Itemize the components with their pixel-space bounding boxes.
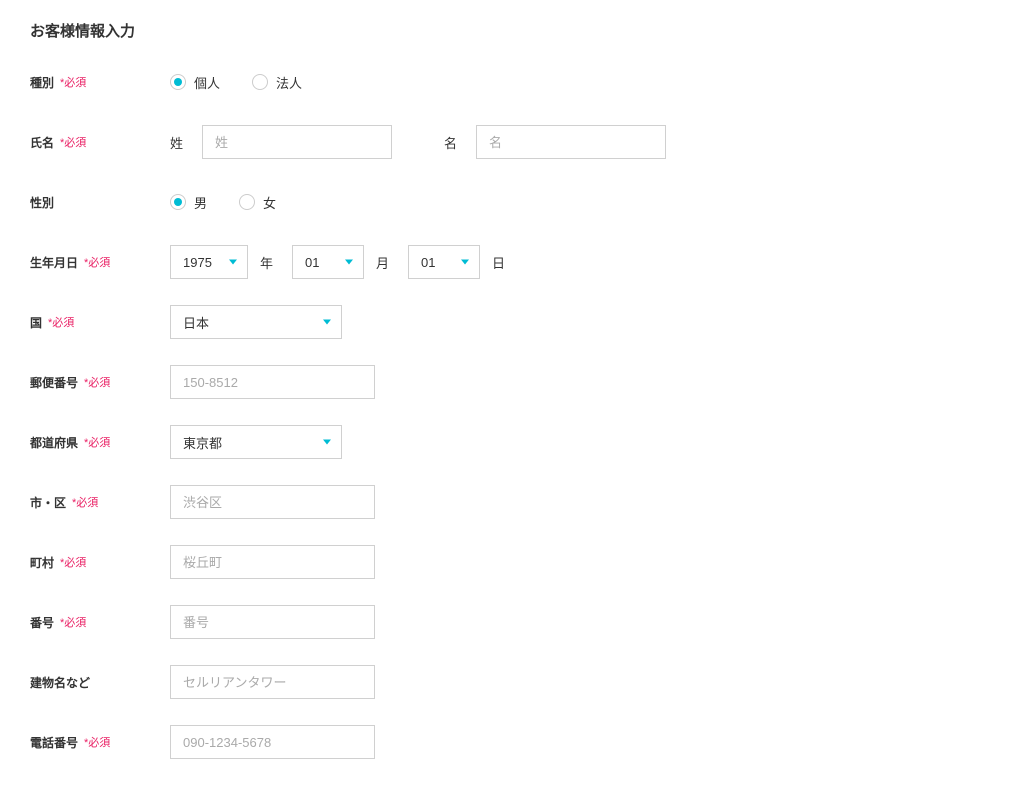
country-value: 日本 (183, 313, 209, 332)
required-type: *必須 (60, 74, 86, 90)
row-tel: 電話番号 *必須 (30, 725, 994, 759)
radio-label-individual: 個人 (194, 73, 220, 92)
row-gender: 性別 男 女 (30, 185, 994, 219)
label-tel-text: 電話番号 (30, 734, 78, 751)
radio-individual[interactable] (170, 74, 186, 90)
row-type: 種別 *必須 個人 法人 (30, 65, 994, 99)
required-postal: *必須 (84, 374, 110, 390)
chevron-down-icon (323, 320, 331, 325)
required-town: *必須 (60, 554, 86, 570)
label-country-text: 国 (30, 314, 42, 331)
row-city: 市・区 *必須 (30, 485, 994, 519)
year-unit: 年 (260, 253, 280, 272)
radio-corporation[interactable] (252, 74, 268, 90)
chevron-down-icon (345, 260, 353, 265)
required-birthday: *必須 (84, 254, 110, 270)
building-input[interactable] (170, 665, 375, 699)
required-name: *必須 (60, 134, 86, 150)
label-prefecture: 都道府県 *必須 (30, 434, 170, 451)
radio-label-corporation: 法人 (276, 73, 302, 92)
day-value: 01 (421, 255, 435, 270)
last-name-label: 姓 (170, 133, 190, 152)
label-postal: 郵便番号 *必須 (30, 374, 170, 391)
required-prefecture: *必須 (84, 434, 110, 450)
radio-group-female[interactable]: 女 (239, 193, 276, 212)
day-unit: 日 (492, 253, 512, 272)
label-type: 種別 *必須 (30, 74, 170, 91)
city-input[interactable] (170, 485, 375, 519)
chevron-down-icon (323, 440, 331, 445)
label-birthday-text: 生年月日 (30, 254, 78, 271)
label-number-text: 番号 (30, 614, 54, 631)
radio-female[interactable] (239, 194, 255, 210)
radio-male[interactable] (170, 194, 186, 210)
label-gender-text: 性別 (30, 194, 54, 211)
label-type-text: 種別 (30, 74, 54, 91)
row-prefecture: 都道府県 *必須 東京都 (30, 425, 994, 459)
label-city: 市・区 *必須 (30, 494, 170, 511)
required-city: *必須 (72, 494, 98, 510)
row-name: 氏名 *必須 姓 名 (30, 125, 994, 159)
postal-input[interactable] (170, 365, 375, 399)
radio-group-corporation[interactable]: 法人 (252, 73, 302, 92)
label-gender: 性別 (30, 194, 170, 211)
row-number: 番号 *必須 (30, 605, 994, 639)
label-name: 氏名 *必須 (30, 134, 170, 151)
required-number: *必須 (60, 614, 86, 630)
label-town-text: 町村 (30, 554, 54, 571)
label-town: 町村 *必須 (30, 554, 170, 571)
row-birthday: 生年月日 *必須 1975 年 01 月 01 日 (30, 245, 994, 279)
required-tel: *必須 (84, 734, 110, 750)
label-building-text: 建物名など (30, 674, 90, 691)
year-select[interactable]: 1975 (170, 245, 248, 279)
row-postal: 郵便番号 *必須 (30, 365, 994, 399)
row-country: 国 *必須 日本 (30, 305, 994, 339)
radio-label-male: 男 (194, 193, 207, 212)
month-value: 01 (305, 255, 319, 270)
label-building: 建物名など (30, 674, 170, 691)
label-prefecture-text: 都道府県 (30, 434, 78, 451)
label-country: 国 *必須 (30, 314, 170, 331)
radio-label-female: 女 (263, 193, 276, 212)
label-number: 番号 *必須 (30, 614, 170, 631)
month-unit: 月 (376, 253, 396, 272)
country-select[interactable]: 日本 (170, 305, 342, 339)
radio-group-male[interactable]: 男 (170, 193, 207, 212)
prefecture-select[interactable]: 東京都 (170, 425, 342, 459)
page-title: お客様情報入力 (30, 20, 994, 41)
prefecture-value: 東京都 (183, 433, 222, 452)
last-name-input[interactable] (202, 125, 392, 159)
chevron-down-icon (461, 260, 469, 265)
radio-group-individual[interactable]: 個人 (170, 73, 220, 92)
month-select[interactable]: 01 (292, 245, 364, 279)
first-name-input[interactable] (476, 125, 666, 159)
label-name-text: 氏名 (30, 134, 54, 151)
required-country: *必須 (48, 314, 74, 330)
year-value: 1975 (183, 255, 212, 270)
chevron-down-icon (229, 260, 237, 265)
label-tel: 電話番号 *必須 (30, 734, 170, 751)
label-postal-text: 郵便番号 (30, 374, 78, 391)
town-input[interactable] (170, 545, 375, 579)
row-building: 建物名など (30, 665, 994, 699)
row-town: 町村 *必須 (30, 545, 994, 579)
day-select[interactable]: 01 (408, 245, 480, 279)
label-birthday: 生年月日 *必須 (30, 254, 170, 271)
label-city-text: 市・区 (30, 494, 66, 511)
tel-input[interactable] (170, 725, 375, 759)
number-input[interactable] (170, 605, 375, 639)
first-name-label: 名 (444, 133, 464, 152)
